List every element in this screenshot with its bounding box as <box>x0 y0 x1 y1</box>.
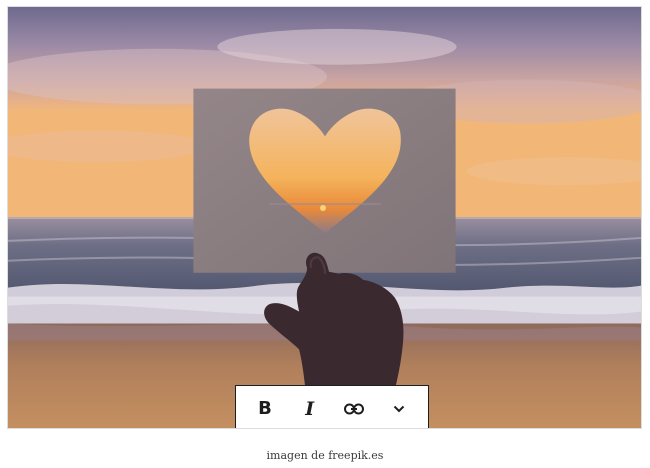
bold-button[interactable]: B <box>244 391 286 427</box>
more-options-button[interactable] <box>378 391 420 427</box>
image-block[interactable]: B I <box>7 6 642 429</box>
chevron-down-icon <box>393 405 405 413</box>
link-button[interactable] <box>333 391 375 427</box>
block-toolbar: B I <box>235 385 429 428</box>
image-caption[interactable]: imagen de freepik.es <box>0 449 650 462</box>
italic-icon: I <box>305 397 315 420</box>
italic-button[interactable]: I <box>289 391 331 427</box>
photo[interactable] <box>8 7 641 428</box>
editor-canvas: B I imagen de freepik.es <box>0 0 650 468</box>
bold-icon: B <box>258 398 272 419</box>
link-icon <box>344 403 365 415</box>
